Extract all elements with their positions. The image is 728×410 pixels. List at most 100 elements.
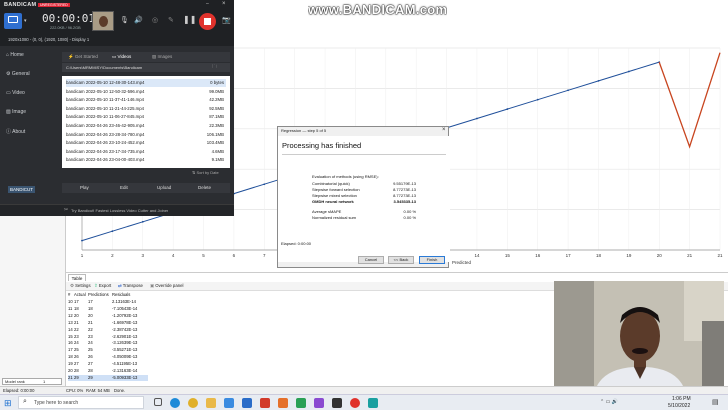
microphone-icon[interactable]: 🎙 bbox=[120, 16, 129, 24]
edge-icon[interactable] bbox=[170, 398, 180, 408]
folder-path-bar[interactable]: C:\Users\MRMMISY\Documents\Bandicam 🗀 bbox=[62, 63, 230, 72]
file-size: 4.6MB bbox=[211, 148, 224, 154]
file-list-item[interactable]: bandicam 2022-05-10 11-06-27-845.mp4 87.1… bbox=[66, 113, 226, 121]
col-predictions: Predictions bbox=[88, 292, 109, 297]
stop-record-button[interactable] bbox=[199, 13, 216, 30]
x-tick-label: 20 bbox=[657, 253, 663, 258]
table-row[interactable]: 14 22 22 -2.38742E-13 bbox=[68, 327, 148, 334]
capture-mode-label: 1920x1080 - (0, 0), (1920, 1080) - Displ… bbox=[8, 37, 90, 42]
method-name: Stepwise mixed selection bbox=[312, 193, 357, 198]
edit-button[interactable]: Edit bbox=[120, 185, 128, 190]
sidebar-item-general[interactable]: ⚙ General bbox=[6, 71, 56, 83]
cell-index: 21 bbox=[68, 374, 73, 380]
bandicut-logo[interactable]: BANDICUT bbox=[8, 186, 36, 193]
store-icon[interactable] bbox=[224, 398, 234, 408]
tab-get-started[interactable]: ⚡ Get Started bbox=[68, 54, 98, 60]
tab-table[interactable]: Table bbox=[68, 274, 86, 281]
tab-label: Videos bbox=[117, 54, 132, 59]
draw-icon[interactable]: ✎ bbox=[168, 16, 174, 24]
search-placeholder: Type here to search bbox=[34, 400, 79, 406]
chrome-icon[interactable] bbox=[188, 398, 198, 408]
file-list-item[interactable]: bandicam 2022-04-26 23-10-24-452.mp4 103.… bbox=[66, 139, 226, 147]
delete-button[interactable]: Delete bbox=[198, 185, 211, 190]
app-icon-teal[interactable] bbox=[368, 398, 378, 408]
bandicut-promo-link[interactable]: Try Bandicut! Fastest Lossless Video Cut… bbox=[71, 208, 168, 213]
sort-by-date[interactable]: ⇅ Sort by Date bbox=[192, 170, 219, 175]
taskbar-search[interactable]: ⌕ Type here to search bbox=[18, 396, 144, 409]
tab-images[interactable]: ▨ Images bbox=[152, 54, 172, 60]
tab-videos[interactable]: ▭ Videos bbox=[112, 54, 131, 60]
table-row[interactable]: 10 17 17 2.13163E-14 bbox=[68, 299, 148, 306]
cell-index: 15 bbox=[68, 333, 73, 339]
back-button[interactable]: << Back bbox=[388, 256, 414, 264]
app-icon-red[interactable] bbox=[260, 398, 270, 408]
file-list-item[interactable]: bandicam 2022-05-10 12-50-32-596.mp4 99.0… bbox=[66, 88, 226, 96]
cell-actual: 18 bbox=[74, 305, 79, 311]
mode-dropdown-icon[interactable]: ▾ bbox=[24, 18, 27, 24]
file-list-item[interactable]: bandicam 2022-04-26 23-28-34-780.mp4 106.… bbox=[66, 131, 226, 139]
windows-start-icon[interactable]: ⊞ bbox=[4, 398, 14, 408]
table-row[interactable]: 20 28 28 -2.13163E-14 bbox=[68, 368, 148, 375]
app-icon-orange[interactable] bbox=[278, 398, 288, 408]
settings-button[interactable]: ⚙ Settings bbox=[70, 283, 91, 289]
sidebar-item-about[interactable]: ⓘ About bbox=[6, 128, 56, 140]
table-row[interactable]: 16 24 24 -3.12639E-13 bbox=[68, 340, 148, 347]
cell-index: 18 bbox=[68, 354, 73, 360]
dialog-elapsed: Elapsed: 0:00:00 bbox=[281, 241, 312, 246]
explorer-icon[interactable] bbox=[206, 398, 216, 408]
image-icon: ▨ bbox=[6, 109, 11, 115]
sidebar-item-image[interactable]: ▨ Image bbox=[6, 109, 56, 121]
cell-residual: -2.62901E-13 bbox=[112, 333, 138, 339]
folder-icon[interactable]: 🗀 bbox=[212, 64, 217, 72]
speaker-icon[interactable]: 🔊 bbox=[134, 16, 143, 24]
close-button[interactable]: × bbox=[222, 1, 226, 7]
file-list-item[interactable]: bandicam 2022-05-10 11-37-41-146.mp4 42.2… bbox=[66, 96, 226, 104]
override-panel-button[interactable]: ▣ Override panel bbox=[150, 283, 183, 289]
cancel-button[interactable]: Cancel bbox=[358, 256, 384, 264]
transpose-button[interactable]: ⇄ Transpose bbox=[118, 283, 143, 289]
cell-prediction: 17 bbox=[88, 299, 93, 304]
bandicam-header: BANDICAM UNREGISTERED – × ▾ 00:00:01 222… bbox=[0, 0, 234, 46]
screen-mode-button[interactable] bbox=[4, 13, 22, 29]
dialog-close-button[interactable]: × bbox=[442, 127, 446, 133]
table-row[interactable]: 17 25 25 -3.55271E-13 bbox=[68, 347, 148, 354]
sidebar-item-home[interactable]: ⌂ Home bbox=[6, 52, 56, 64]
app-icon-green[interactable] bbox=[296, 398, 306, 408]
file-list-item[interactable]: bandicam 2022-04-26 23-04-00-403.mp4 9.1M… bbox=[66, 156, 226, 164]
app-icon-dark[interactable] bbox=[332, 398, 342, 408]
model-rank-field[interactable]: Model rank 1 bbox=[2, 378, 62, 385]
data-point bbox=[567, 89, 569, 92]
sidebar-item-video[interactable]: ▭ Video bbox=[6, 90, 56, 102]
pause-button[interactable]: ❚❚ bbox=[183, 15, 196, 24]
table-row[interactable]: 12 20 20 -1.20792E-13 bbox=[68, 313, 148, 320]
app-icon-purple[interactable] bbox=[314, 398, 324, 408]
table-row[interactable]: 11 18 18 -7.10543E-14 bbox=[68, 306, 148, 313]
notification-icon[interactable]: ▤ bbox=[712, 398, 719, 406]
file-list-item[interactable]: bandicam 2022-04-26 23-17-34-735.mp4 4.6M… bbox=[66, 148, 226, 156]
file-list-item[interactable]: bandicam 2022-05-10 11-21-44-225.mp4 92.5… bbox=[66, 105, 226, 113]
task-view-icon[interactable] bbox=[154, 398, 162, 406]
upload-button[interactable]: Upload bbox=[157, 185, 171, 190]
file-list-item[interactable]: bandicam 2022-04-26 23-46-42-905.mp4 22.3… bbox=[66, 122, 226, 130]
bandicam-logo: BANDICAM bbox=[4, 2, 37, 8]
export-button[interactable]: ⇪ Export bbox=[94, 283, 111, 289]
mail-icon[interactable] bbox=[242, 398, 252, 408]
status-state: Done. bbox=[114, 388, 126, 393]
tray-icons[interactable]: ⌃ ▭ 🔊 bbox=[600, 399, 618, 405]
cell-residual: -5.00933E-13 bbox=[112, 374, 138, 380]
table-row[interactable]: 18 26 26 -4.05009E-13 bbox=[68, 354, 148, 361]
camera-icon[interactable]: 📷 bbox=[222, 16, 231, 24]
cell-residual: -1.66978E-13 bbox=[112, 319, 138, 325]
data-point bbox=[627, 70, 630, 73]
table-row[interactable]: 13 21 21 -1.66978E-13 bbox=[68, 320, 148, 327]
file-list-item[interactable]: bandicam 2022-05-10 12-48-30-143.mp4 0 by… bbox=[66, 79, 226, 87]
table-row[interactable]: 19 27 27 -4.51195E-13 bbox=[68, 361, 148, 368]
minimize-button[interactable]: – bbox=[206, 1, 209, 7]
play-button[interactable]: Play bbox=[80, 185, 89, 190]
table-row[interactable]: 15 23 23 -2.62901E-13 bbox=[68, 334, 148, 341]
table-row[interactable]: 21 29 29 -5.00933E-13 bbox=[68, 374, 148, 382]
finish-button[interactable]: Finish bbox=[419, 256, 445, 264]
cell-index: 16 bbox=[68, 340, 73, 346]
webcam-icon[interactable]: ◎ bbox=[152, 16, 158, 24]
bandicam-taskbar-icon[interactable] bbox=[350, 398, 360, 408]
